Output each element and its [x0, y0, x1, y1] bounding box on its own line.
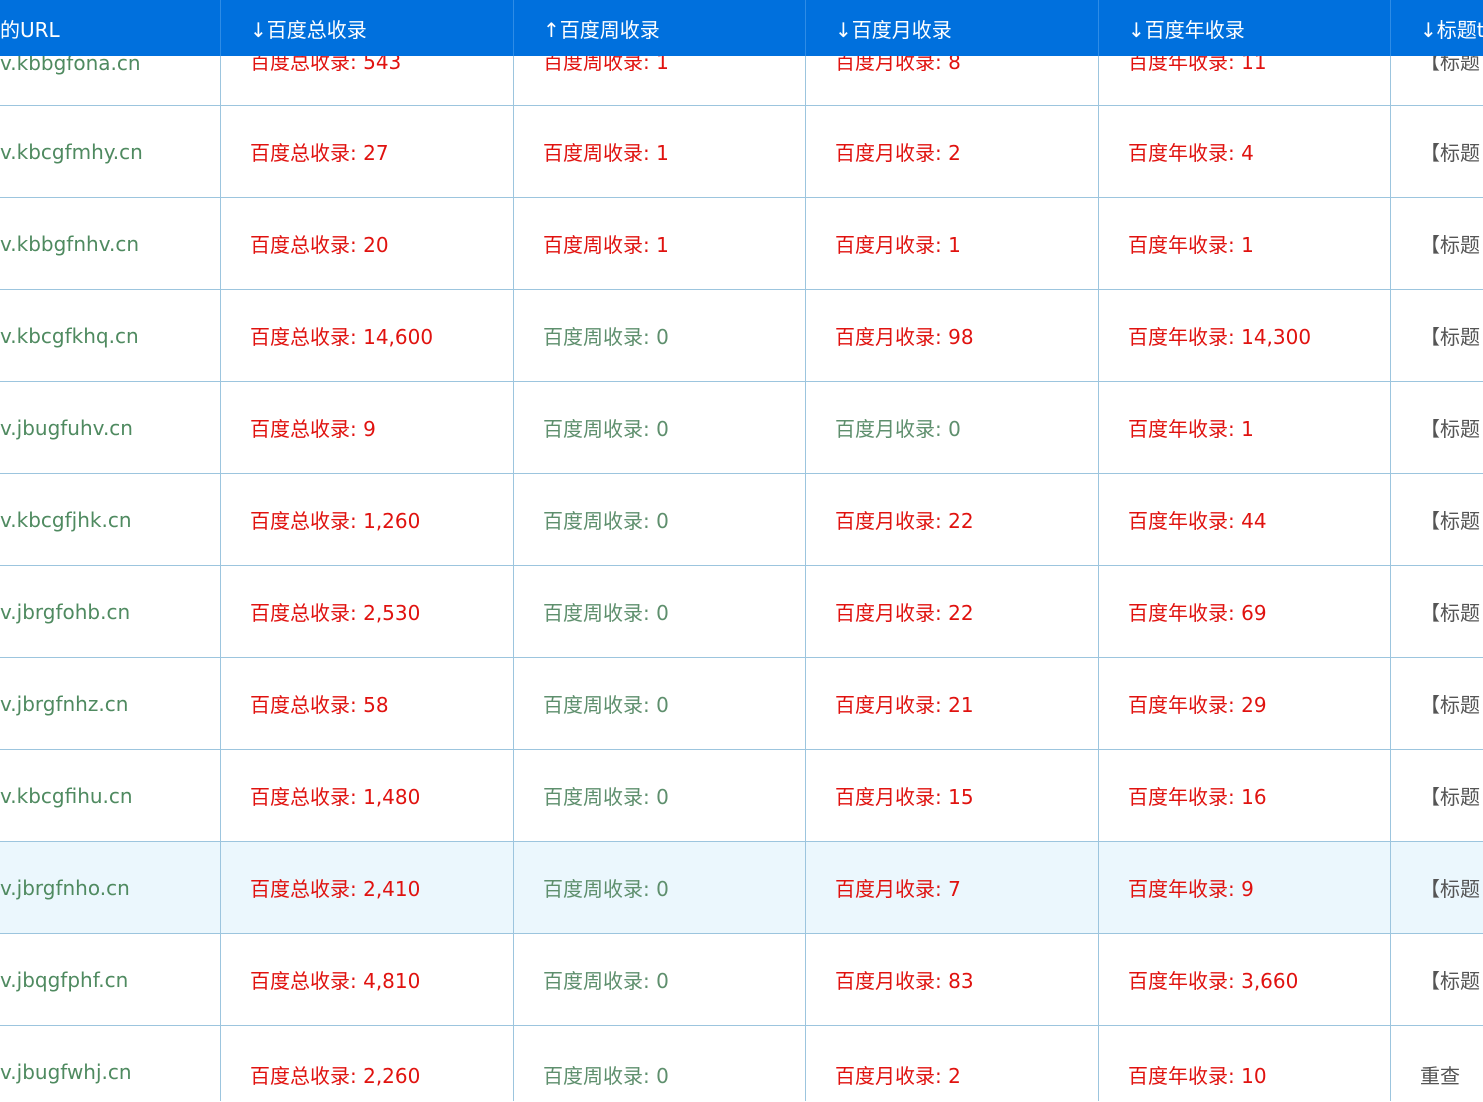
- table-row: v.jbrgfnhz.cn 百度总收录: 58 百度周收录: 0 百度月收录: …: [0, 658, 1483, 750]
- table-row: v.jbugfuhv.cn 百度总收录: 9 百度周收录: 0 百度月收录: 0…: [0, 382, 1483, 474]
- row-baidu-month: 百度月收录: 2: [806, 106, 1099, 197]
- row-baidu-week: 百度周收录: 0: [514, 1026, 806, 1101]
- row-title: 【标题: [1420, 233, 1480, 257]
- row-title: 【标题: [1420, 969, 1480, 993]
- row-baidu-total: 百度总收录: 543: [221, 56, 514, 105]
- row-baidu-year: 百度年收录: 69: [1099, 566, 1391, 657]
- row-baidu-month: 百度月收录: 22: [806, 566, 1099, 657]
- row-baidu-year: 百度年收录: 44: [1099, 474, 1391, 565]
- table-row: v.kbbgfona.cn 百度总收录: 543 百度周收录: 1 百度月收录:…: [0, 56, 1483, 106]
- row-baidu-week: 百度周收录: 0: [514, 842, 806, 933]
- table-row: v.kbcgfmhy.cn 百度总收录: 27 百度周收录: 1 百度月收录: …: [0, 106, 1483, 198]
- row-baidu-year: 百度年收录: 1: [1099, 382, 1391, 473]
- header-baidu-week[interactable]: ↑百度周收录: [514, 0, 806, 56]
- row-baidu-year: 百度年收录: 4: [1099, 106, 1391, 197]
- row-url[interactable]: v.jbugfwhj.cn: [0, 1026, 221, 1101]
- row-url[interactable]: v.kbcgfkhq.cn: [0, 290, 221, 381]
- row-url[interactable]: v.jbrgfnho.cn: [0, 842, 221, 933]
- row-baidu-month: 百度月收录: 22: [806, 474, 1099, 565]
- row-baidu-total: 百度总收录: 1,480: [221, 750, 514, 841]
- row-baidu-total: 百度总收录: 2,260: [221, 1026, 514, 1101]
- row-url[interactable]: v.jbqgfphf.cn: [0, 934, 221, 1025]
- row-baidu-year: 百度年收录: 3,660: [1099, 934, 1391, 1025]
- row-baidu-total: 百度总收录: 58: [221, 658, 514, 749]
- row-baidu-week: 百度周收录: 0: [514, 750, 806, 841]
- header-url[interactable]: 的URL: [0, 0, 221, 56]
- row-baidu-total: 百度总收录: 4,810: [221, 934, 514, 1025]
- row-url[interactable]: v.kbcgfihu.cn: [0, 750, 221, 841]
- row-url[interactable]: v.kbbgfnhv.cn: [0, 198, 221, 289]
- row-baidu-year: 百度年收录: 11: [1099, 56, 1391, 105]
- row-baidu-year: 百度年收录: 10: [1099, 1026, 1391, 1101]
- row-title: 【标题: [1420, 56, 1480, 74]
- row-baidu-year: 百度年收录: 14,300: [1099, 290, 1391, 381]
- row-baidu-month: 百度月收录: 1: [806, 198, 1099, 289]
- results-viewport: 的URL ↓百度总收录 ↑百度周收录 ↓百度月收录 ↓百度年收录 ↓标题ti v…: [0, 0, 1483, 1102]
- row-url[interactable]: v.kbcgfjhk.cn: [0, 474, 221, 565]
- header-title[interactable]: ↓标题ti: [1391, 0, 1483, 56]
- table-header: 的URL ↓百度总收录 ↑百度周收录 ↓百度月收录 ↓百度年收录 ↓标题ti: [0, 0, 1483, 56]
- row-baidu-month: 百度月收录: 98: [806, 290, 1099, 381]
- row-url[interactable]: v.kbcgfmhy.cn: [0, 106, 221, 197]
- row-baidu-month: 百度月收录: 15: [806, 750, 1099, 841]
- table-row: v.jbrgfohb.cn 百度总收录: 2,530 百度周收录: 0 百度月收…: [0, 566, 1483, 658]
- domain-index-table: 的URL ↓百度总收录 ↑百度周收录 ↓百度月收录 ↓百度年收录 ↓标题ti v…: [0, 0, 1483, 1101]
- row-baidu-week: 百度周收录: 0: [514, 934, 806, 1025]
- table-row-hovered: v.jbrgfnho.cn 百度总收录: 2,410 百度周收录: 0 百度月收…: [0, 842, 1483, 934]
- row-url[interactable]: v.kbbgfona.cn: [0, 56, 221, 105]
- row-baidu-week: 百度周收录: 1: [514, 106, 806, 197]
- table-row: v.kbcgfjhk.cn 百度总收录: 1,260 百度周收录: 0 百度月收…: [0, 474, 1483, 566]
- row-title: 【标题: [1420, 877, 1480, 901]
- row-baidu-month: 百度月收录: 0: [806, 382, 1099, 473]
- row-baidu-total: 百度总收录: 14,600: [221, 290, 514, 381]
- table-row: v.jbqgfphf.cn 百度总收录: 4,810 百度周收录: 0 百度月收…: [0, 934, 1483, 1026]
- row-baidu-week: 百度周收录: 0: [514, 382, 806, 473]
- table-row: v.kbbgfnhv.cn 百度总收录: 20 百度周收录: 1 百度月收录: …: [0, 198, 1483, 290]
- row-baidu-week: 百度周收录: 0: [514, 474, 806, 565]
- row-baidu-week: 百度周收录: 0: [514, 290, 806, 381]
- row-title: 【标题: [1420, 693, 1480, 717]
- row-title: 【标题: [1420, 141, 1480, 165]
- row-baidu-month: 百度月收录: 21: [806, 658, 1099, 749]
- row-baidu-year: 百度年收录: 1: [1099, 198, 1391, 289]
- row-baidu-week: 百度周收录: 1: [514, 56, 806, 105]
- row-baidu-year: 百度年收录: 29: [1099, 658, 1391, 749]
- row-title: 【标题: [1420, 509, 1480, 533]
- row-baidu-total: 百度总收录: 20: [221, 198, 514, 289]
- row-baidu-week: 百度周收录: 1: [514, 198, 806, 289]
- row-title: 【标题: [1420, 417, 1480, 441]
- row-title: 【标题: [1420, 601, 1480, 625]
- row-baidu-month: 百度月收录: 7: [806, 842, 1099, 933]
- row-baidu-total: 百度总收录: 2,410: [221, 842, 514, 933]
- recheck-link[interactable]: 重查: [1391, 1026, 1483, 1101]
- row-baidu-total: 百度总收录: 1,260: [221, 474, 514, 565]
- row-baidu-month: 百度月收录: 8: [806, 56, 1099, 105]
- row-baidu-week: 百度周收录: 0: [514, 658, 806, 749]
- row-baidu-total: 百度总收录: 2,530: [221, 566, 514, 657]
- row-baidu-total: 百度总收录: 9: [221, 382, 514, 473]
- row-url[interactable]: v.jbrgfohb.cn: [0, 566, 221, 657]
- row-url[interactable]: v.jbugfuhv.cn: [0, 382, 221, 473]
- row-baidu-year: 百度年收录: 9: [1099, 842, 1391, 933]
- table-row: v.kbcgfkhq.cn 百度总收录: 14,600 百度周收录: 0 百度月…: [0, 290, 1483, 382]
- row-title: 【标题: [1420, 325, 1480, 349]
- table-row: v.jbugfwhj.cn 百度总收录: 2,260 百度周收录: 0 百度月收…: [0, 1026, 1483, 1101]
- row-title: 【标题: [1420, 785, 1480, 809]
- header-baidu-year[interactable]: ↓百度年收录: [1099, 0, 1391, 56]
- header-baidu-month[interactable]: ↓百度月收录: [806, 0, 1099, 56]
- table-row: v.kbcgfihu.cn 百度总收录: 1,480 百度周收录: 0 百度月收…: [0, 750, 1483, 842]
- row-url[interactable]: v.jbrgfnhz.cn: [0, 658, 221, 749]
- row-baidu-week: 百度周收录: 0: [514, 566, 806, 657]
- row-baidu-month: 百度月收录: 2: [806, 1026, 1099, 1101]
- row-baidu-month: 百度月收录: 83: [806, 934, 1099, 1025]
- row-baidu-total: 百度总收录: 27: [221, 106, 514, 197]
- header-baidu-total[interactable]: ↓百度总收录: [221, 0, 514, 56]
- row-baidu-year: 百度年收录: 16: [1099, 750, 1391, 841]
